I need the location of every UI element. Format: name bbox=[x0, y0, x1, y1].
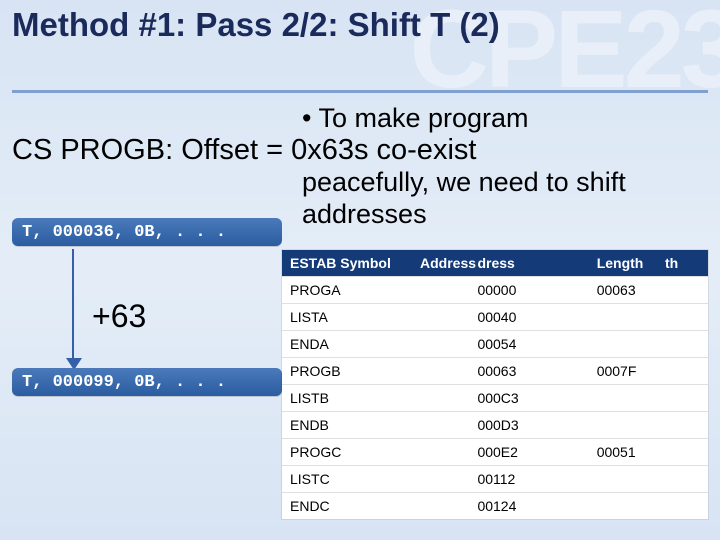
cell-address: 00000 bbox=[469, 277, 588, 304]
cell-length bbox=[589, 412, 708, 439]
cell-symbol: LISTA bbox=[282, 304, 469, 331]
cell-length bbox=[589, 304, 708, 331]
table-row: LISTA00040 bbox=[282, 304, 708, 331]
cell-length: 0007F bbox=[589, 358, 708, 385]
estab-table: ESTAB Symbol dress Length PROGA000000006… bbox=[282, 250, 708, 519]
col-address-header: dress bbox=[469, 250, 588, 277]
table-row: PROGA0000000063 bbox=[282, 277, 708, 304]
offset-line: CS PROGB: Offset = 0x63s co-exist bbox=[12, 134, 712, 167]
cell-address: 00112 bbox=[469, 466, 588, 493]
table-row: ENDA00054 bbox=[282, 331, 708, 358]
bullet-rest: peacefully, we need to shift addresses bbox=[302, 166, 712, 231]
table-row: ENDC00124 bbox=[282, 493, 708, 520]
cell-symbol: ENDB bbox=[282, 412, 469, 439]
table-row: PROGB000630007F bbox=[282, 358, 708, 385]
cell-length: 00051 bbox=[589, 439, 708, 466]
cell-address: 000E2 bbox=[469, 439, 588, 466]
col-symbol-header: ESTAB Symbol bbox=[282, 250, 469, 277]
title-underline bbox=[12, 90, 708, 93]
cell-address: 00063 bbox=[469, 358, 588, 385]
table-row: PROGC000E200051 bbox=[282, 439, 708, 466]
cell-address: 00054 bbox=[469, 331, 588, 358]
cell-address: 000D3 bbox=[469, 412, 588, 439]
t-record-before: T, 000036, 0B, . . . bbox=[12, 218, 282, 246]
bullet-line-1: • To make program bbox=[302, 102, 712, 134]
slide-title: Method #1: Pass 2/2: Shift T (2) bbox=[12, 6, 572, 44]
cell-address: 00040 bbox=[469, 304, 588, 331]
cell-address: 00124 bbox=[469, 493, 588, 520]
cell-symbol: PROGC bbox=[282, 439, 469, 466]
cell-symbol: LISTB bbox=[282, 385, 469, 412]
cell-symbol: PROGA bbox=[282, 277, 469, 304]
cell-address: 000C3 bbox=[469, 385, 588, 412]
table-row: LISTB000C3 bbox=[282, 385, 708, 412]
cell-length bbox=[589, 466, 708, 493]
table-header-row: ESTAB Symbol dress Length bbox=[282, 250, 708, 277]
cell-length bbox=[589, 493, 708, 520]
cell-length bbox=[589, 331, 708, 358]
cell-length bbox=[589, 385, 708, 412]
cell-symbol: LISTC bbox=[282, 466, 469, 493]
table-row: LISTC00112 bbox=[282, 466, 708, 493]
cell-symbol: ENDA bbox=[282, 331, 469, 358]
cell-length: 00063 bbox=[589, 277, 708, 304]
offset-label: +63 bbox=[92, 298, 146, 335]
table-row: ENDB000D3 bbox=[282, 412, 708, 439]
t-record-after: T, 000099, 0B, . . . bbox=[12, 368, 282, 396]
cell-symbol: PROGB bbox=[282, 358, 469, 385]
col-length-header: Length bbox=[589, 250, 708, 277]
cell-symbol: ENDC bbox=[282, 493, 469, 520]
arrow-shaft bbox=[72, 249, 74, 366]
